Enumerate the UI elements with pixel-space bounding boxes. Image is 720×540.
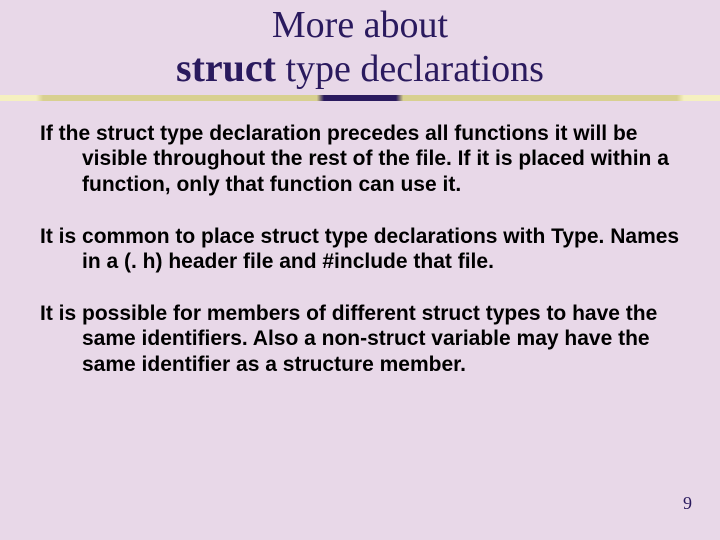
title-line-1: More about	[0, 6, 720, 46]
paragraph-3: It is possible for members of different …	[40, 301, 680, 378]
paragraph-1: If the struct type declaration precedes …	[40, 121, 680, 198]
title-line-2: struct type declarations	[0, 46, 720, 91]
title-rest: type declarations	[276, 48, 544, 90]
title-struct-word: struct	[176, 45, 276, 90]
slide: More about struct type declarations If t…	[0, 0, 720, 540]
page-number: 9	[683, 493, 692, 514]
slide-body: If the struct type declaration precedes …	[0, 101, 720, 378]
paragraph-2: It is common to place struct type declar…	[40, 224, 680, 275]
slide-title: More about struct type declarations	[0, 0, 720, 95]
